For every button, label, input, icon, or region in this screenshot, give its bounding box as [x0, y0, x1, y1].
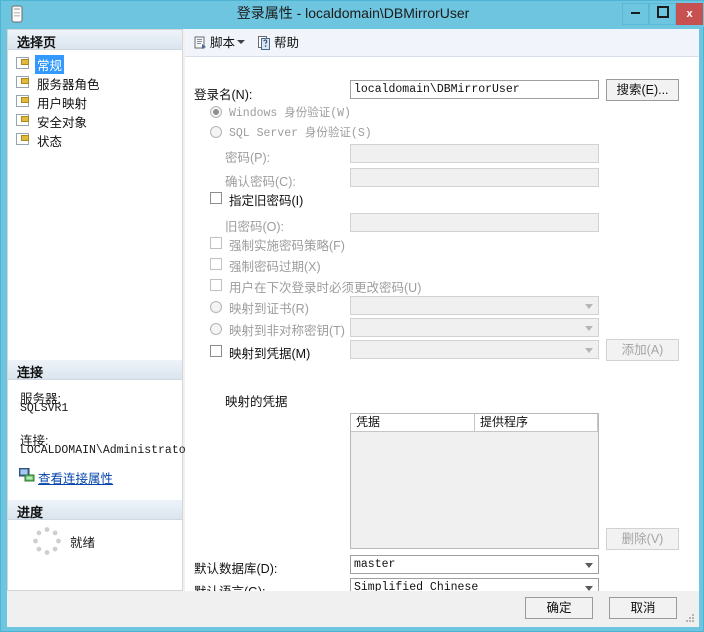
must-change-password-checkbox[interactable] — [210, 279, 222, 291]
select-page-header: 选择页 — [8, 30, 182, 50]
connection-value: LOCALDOMAIN\Administrator — [20, 444, 193, 457]
progress-header-label: 进度 — [17, 505, 44, 520]
mapped-credentials-grid[interactable]: 凭据 提供程序 — [350, 413, 599, 549]
enforce-password-policy-checkbox[interactable] — [210, 237, 222, 249]
left-pane: 选择页 常规 服务器角色 用户映射 安全对象 状态 连接 服务器: SQLSVR… — [7, 29, 193, 591]
horizontal-scrollbar[interactable] — [351, 538, 598, 548]
map-to-certificate-combo[interactable] — [350, 296, 599, 315]
old-password-input[interactable] — [350, 213, 599, 232]
map-to-certificate-radio[interactable] — [210, 301, 222, 313]
dialog-footer: 确定 取消 — [7, 591, 699, 627]
sidebar-item-label: 安全对象 — [37, 116, 88, 130]
progress-header: 进度 — [8, 500, 182, 520]
server-value: SQLSVR1 — [20, 402, 69, 415]
help-button-label: 帮助 — [274, 36, 300, 50]
chevron-down-icon[interactable] — [237, 40, 245, 44]
cancel-button[interactable]: 取消 — [609, 597, 677, 619]
select-page-header-label: 选择页 — [17, 35, 57, 50]
windows-auth-radio[interactable] — [210, 106, 222, 118]
dialog-client-area: 选择页 常规 服务器角色 用户映射 安全对象 状态 连接 服务器: SQLSVR… — [7, 29, 699, 627]
map-to-asymmetric-key-radio[interactable] — [210, 323, 222, 335]
specify-old-password-checkbox[interactable] — [210, 192, 222, 204]
page-icon — [16, 76, 29, 88]
ok-button[interactable]: 确定 — [525, 597, 593, 619]
minimize-button[interactable] — [622, 3, 649, 25]
resize-grip-icon[interactable] — [685, 613, 695, 623]
add-credential-button[interactable]: 添加(A) — [606, 339, 679, 361]
chevron-down-icon — [585, 563, 593, 568]
general-page-form: 登录名(N): localdomain\DBMirrorUser 搜索(E)..… — [185, 58, 699, 599]
chevron-down-icon — [585, 304, 593, 309]
connection-header: 连接 — [8, 360, 182, 380]
login-name-label: 登录名(N): — [194, 88, 253, 102]
map-to-certificate-label: 映射到证书(R) — [229, 302, 309, 316]
search-button[interactable]: 搜索(E)... — [606, 79, 679, 101]
toolbar: 脚本 帮助 — [185, 29, 699, 57]
confirm-password-input[interactable] — [350, 168, 599, 187]
window-title: 登录属性 - localdomain\DBMirrorUser — [236, 5, 470, 21]
progress-status: 就绪 — [70, 536, 96, 550]
view-connection-properties-link[interactable]: 查看连接属性 — [38, 468, 113, 487]
close-button[interactable]: x — [676, 3, 703, 25]
script-button[interactable]: 脚本 — [193, 33, 235, 53]
login-name-input[interactable]: localdomain\DBMirrorUser — [350, 80, 599, 99]
map-to-credential-checkbox[interactable] — [210, 345, 222, 357]
help-button[interactable]: 帮助 — [257, 33, 299, 53]
map-to-asymmetric-key-label: 映射到非对称密钥(T) — [229, 324, 345, 338]
column-header-credential[interactable]: 凭据 — [351, 414, 475, 432]
connection-properties-icon — [19, 468, 35, 482]
maximize-button[interactable] — [649, 3, 676, 25]
map-to-credential-combo[interactable] — [350, 340, 599, 359]
password-input[interactable] — [350, 144, 599, 163]
map-to-asymmetric-key-combo[interactable] — [350, 318, 599, 337]
spinner-icon — [33, 527, 61, 555]
help-icon — [258, 36, 270, 50]
right-pane: 脚本 帮助 登录名(N): localdomain\DBMirrorUser 搜… — [185, 29, 699, 599]
default-database-value: master — [354, 558, 396, 571]
enforce-password-expiration-label: 强制密码过期(X) — [229, 260, 321, 274]
specify-old-password-label: 指定旧密码(I) — [229, 194, 304, 208]
sql-auth-radio[interactable] — [210, 126, 222, 138]
chevron-down-icon — [585, 348, 593, 353]
page-icon — [16, 114, 29, 126]
sidebar-item-label: 用户映射 — [37, 97, 88, 111]
enforce-password-expiration-checkbox[interactable] — [210, 258, 222, 270]
minimize-icon — [631, 12, 640, 14]
script-button-label: 脚本 — [210, 36, 236, 50]
confirm-password-label: 确认密码(C): — [225, 175, 296, 189]
sql-auth-label: SQL Server 身份验证(S) — [229, 127, 372, 140]
login-properties-window: 登录属性 - localdomain\DBMirrorUser x 选择页 常规… — [0, 0, 704, 632]
page-icon — [16, 57, 29, 69]
script-icon — [194, 36, 206, 49]
maximize-icon — [656, 6, 669, 18]
enforce-password-policy-label: 强制实施密码策略(F) — [229, 239, 345, 253]
column-header-provider[interactable]: 提供程序 — [475, 414, 598, 432]
sidebar-item-label: 常规 — [35, 55, 65, 74]
old-password-label: 旧密码(O): — [225, 220, 285, 234]
sidebar-item-label: 状态 — [37, 135, 63, 149]
map-to-credential-label: 映射到凭据(M) — [229, 347, 311, 361]
must-change-password-label: 用户在下次登录时必须更改密码(U) — [229, 281, 422, 295]
windows-auth-label: Windows 身份验证(W) — [229, 107, 351, 120]
page-icon — [16, 95, 29, 107]
default-database-combo[interactable]: master — [350, 555, 599, 574]
remove-credential-button[interactable]: 删除(V) — [606, 528, 679, 550]
password-label: 密码(P): — [225, 151, 271, 165]
sidebar-item-label: 服务器角色 — [37, 78, 100, 92]
default-database-label: 默认数据库(D): — [194, 562, 278, 576]
title-bar: 登录属性 - localdomain\DBMirrorUser x — [1, 1, 704, 27]
page-icon — [16, 133, 29, 145]
connection-header-label: 连接 — [17, 365, 44, 380]
chevron-down-icon — [585, 326, 593, 331]
mapped-credentials-label: 映射的凭据 — [225, 395, 288, 409]
mapped-credentials-header-row: 凭据 提供程序 — [351, 414, 598, 432]
